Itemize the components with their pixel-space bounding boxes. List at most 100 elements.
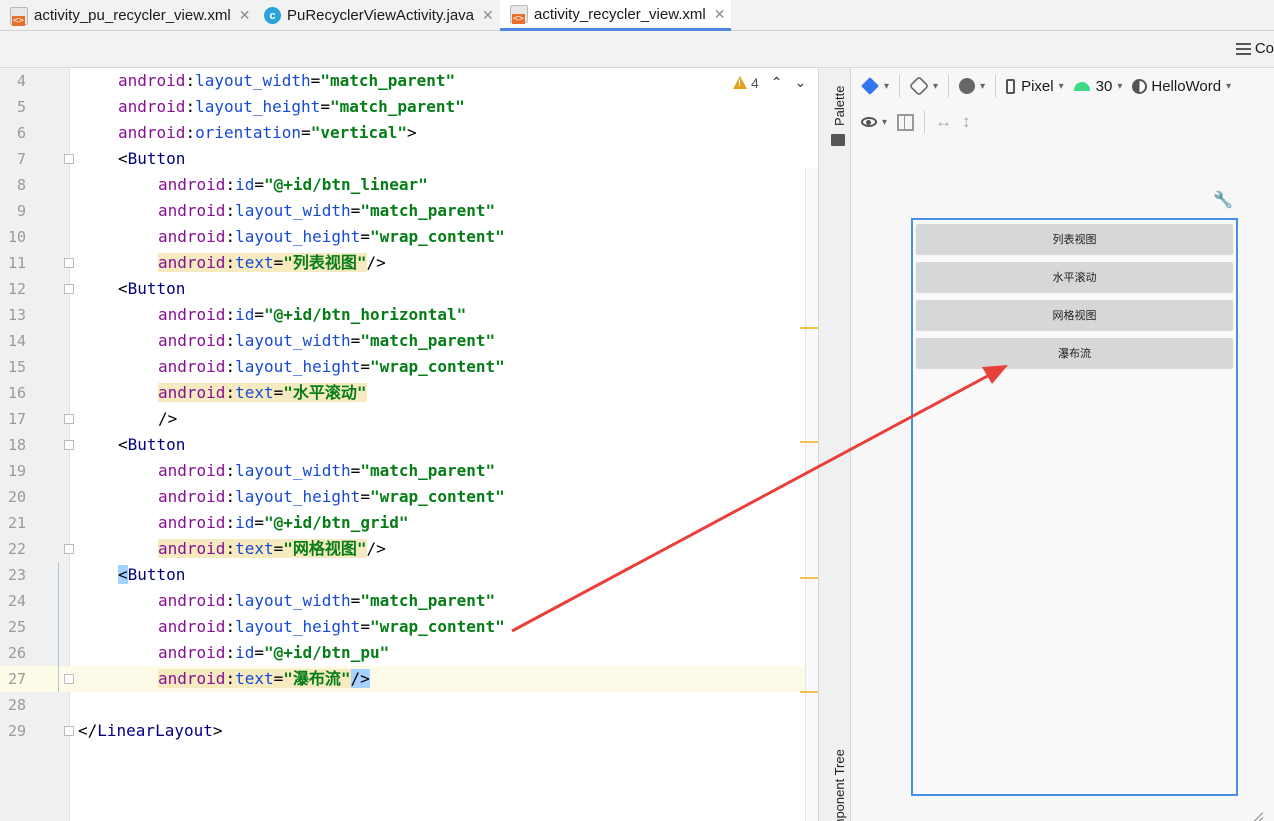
code-token: =: [273, 383, 284, 402]
code-token: android: [158, 617, 226, 636]
fold-marker-icon[interactable]: [64, 258, 74, 268]
inspection-widget[interactable]: ! 4 ⌃ ⌄: [733, 74, 806, 91]
code-line[interactable]: 18 <Button: [0, 432, 818, 458]
fold-marker-icon[interactable]: [64, 284, 74, 294]
code-token: android: [158, 461, 226, 480]
next-highlight-icon[interactable]: ⌄: [795, 74, 807, 91]
wrench-icon[interactable]: 🔧: [1213, 190, 1233, 210]
horizontal-resize-button[interactable]: ↔: [935, 112, 952, 132]
code-line[interactable]: 14 android:layout_width="match_parent": [0, 328, 818, 354]
theme-selector[interactable]: HelloWord ▾: [1132, 78, 1231, 95]
line-number: 29: [7, 722, 26, 740]
tab-label: activity_recycler_view.xml: [534, 5, 706, 23]
code-token: "水平滚动": [283, 383, 367, 402]
code-token: :: [225, 305, 236, 324]
close-icon[interactable]: ✕: [482, 7, 494, 24]
code-line[interactable]: 6 android:orientation="vertical">: [0, 120, 818, 146]
code-line[interactable]: 4 android:layout_width="match_parent": [0, 68, 818, 94]
tab-activity-recycler-view[interactable]: activity_recycler_view.xml ✕: [500, 0, 731, 31]
code-line[interactable]: 11 android:text="列表视图"/>: [0, 250, 818, 276]
code-line[interactable]: 16 android:text="水平滚动": [0, 380, 818, 406]
tab-activity-pu-recycler-view[interactable]: activity_pu_recycler_view.xml ✕: [0, 0, 252, 31]
code-token: :: [225, 253, 236, 272]
code-line[interactable]: 28: [0, 692, 818, 718]
code-view-toggle[interactable]: Co: [1235, 40, 1274, 57]
toolbar-separator: [899, 75, 901, 97]
code-token: />: [158, 409, 178, 428]
fold-marker-icon[interactable]: [64, 674, 74, 684]
code-editor[interactable]: 4 android:layout_width="match_parent" 5 and…: [0, 68, 818, 821]
code-line[interactable]: 19 android:layout_width="match_parent": [0, 458, 818, 484]
code-line[interactable]: 7 <Button: [0, 146, 818, 172]
chevron-down-icon: ▾: [1226, 80, 1232, 92]
code-token: "瀑布流": [283, 669, 351, 688]
night-mode-button[interactable]: ▾: [959, 78, 985, 94]
api-level-selector[interactable]: 30 ▾: [1073, 78, 1122, 95]
blueprint-toggle[interactable]: [897, 113, 915, 131]
tab-pu-recycler-view-activity[interactable]: c PuRecyclerViewActivity.java ✕: [254, 0, 500, 31]
code-line[interactable]: 15 android:layout_height="wrap_content": [0, 354, 818, 380]
code-line[interactable]: 26 android:id="@+id/btn_pu": [0, 640, 818, 666]
preview-button-pu[interactable]: 瀑布流: [916, 338, 1233, 368]
view-options-button[interactable]: ▾: [861, 117, 887, 128]
code-line[interactable]: 17 />: [0, 406, 818, 432]
warning-marker[interactable]: [800, 691, 818, 693]
device-selector[interactable]: Pixel ▾: [1006, 78, 1064, 95]
code-text: android:orientation="vertical">: [118, 120, 417, 146]
fold-marker-icon[interactable]: [64, 726, 74, 736]
warning-marker[interactable]: [800, 577, 818, 579]
fold-marker-icon[interactable]: [64, 154, 74, 164]
text-attr-highlight: android:text="瀑布流": [158, 669, 351, 688]
code-line[interactable]: 27 android:text="瀑布流"/>: [8, 666, 818, 692]
code-text: android:layout_width="match_parent": [118, 68, 455, 94]
code-token: layout_height: [235, 357, 361, 376]
code-token: />: [366, 539, 386, 558]
close-icon[interactable]: ✕: [714, 6, 726, 23]
code-line[interactable]: 22 android:text="网格视图"/>: [0, 536, 818, 562]
code-line[interactable]: 23 <Button: [0, 562, 818, 588]
code-text: android:text="列表视图"/>: [158, 250, 386, 276]
code-line[interactable]: 9 android:layout_width="match_parent": [0, 198, 818, 224]
design-surface-button[interactable]: ▾: [861, 77, 889, 95]
code-text: android:layout_width="match_parent": [158, 328, 495, 354]
code-token: Button: [127, 279, 186, 298]
code-token: "wrap_content": [369, 357, 505, 376]
palette-tab[interactable]: Palette: [832, 86, 847, 126]
code-text: <Button: [118, 146, 185, 172]
editor-scrollbar[interactable]: [805, 168, 818, 821]
code-line[interactable]: 5 android:layout_height="match_parent": [0, 94, 818, 120]
fold-marker-icon[interactable]: [64, 440, 74, 450]
fold-marker-icon[interactable]: [64, 544, 74, 554]
orientation-button[interactable]: ▾: [908, 75, 938, 97]
code-token: :: [225, 331, 236, 350]
vertical-resize-button[interactable]: ↕: [962, 112, 971, 132]
preview-button-grid[interactable]: 网格视图: [916, 300, 1233, 330]
code-token: "@+id/btn_pu": [263, 643, 390, 662]
code-text: android:layout_width="match_parent": [158, 458, 495, 484]
code-line[interactable]: 25 android:layout_height="wrap_content": [0, 614, 818, 640]
code-token: android: [118, 71, 186, 90]
preview-button-list[interactable]: 列表视图: [916, 224, 1233, 254]
code-line[interactable]: 12 <Button: [0, 276, 818, 302]
code-token: :: [225, 487, 236, 506]
code-line[interactable]: 24 android:layout_width="match_parent": [0, 588, 818, 614]
device-preview[interactable]: 列表视图 水平滚动 网格视图 瀑布流: [911, 218, 1238, 796]
line-number: 24: [7, 592, 26, 610]
component-tree-tab[interactable]: Component Tree: [832, 749, 847, 821]
resize-grip-icon[interactable]: [1241, 796, 1263, 818]
code-token: text: [235, 669, 274, 688]
warning-marker[interactable]: [800, 441, 818, 443]
preview-button-horizontal[interactable]: 水平滚动: [916, 262, 1233, 292]
code-line[interactable]: 29 </LinearLayout>: [0, 718, 818, 744]
close-icon[interactable]: ✕: [239, 7, 251, 24]
code-line[interactable]: 20 android:layout_height="wrap_content": [0, 484, 818, 510]
code-line[interactable]: 13 android:id="@+id/btn_horizontal": [0, 302, 818, 328]
code-token: =: [254, 175, 264, 194]
fold-marker-icon[interactable]: [64, 414, 74, 424]
code-line[interactable]: 10 android:layout_height="wrap_content": [0, 224, 818, 250]
code-token: android: [158, 669, 226, 688]
code-line[interactable]: 8 android:id="@+id/btn_linear": [0, 172, 818, 198]
code-line[interactable]: 21 android:id="@+id/btn_grid": [0, 510, 818, 536]
warning-marker[interactable]: [800, 327, 818, 329]
previous-highlight-icon[interactable]: ⌃: [771, 74, 783, 91]
